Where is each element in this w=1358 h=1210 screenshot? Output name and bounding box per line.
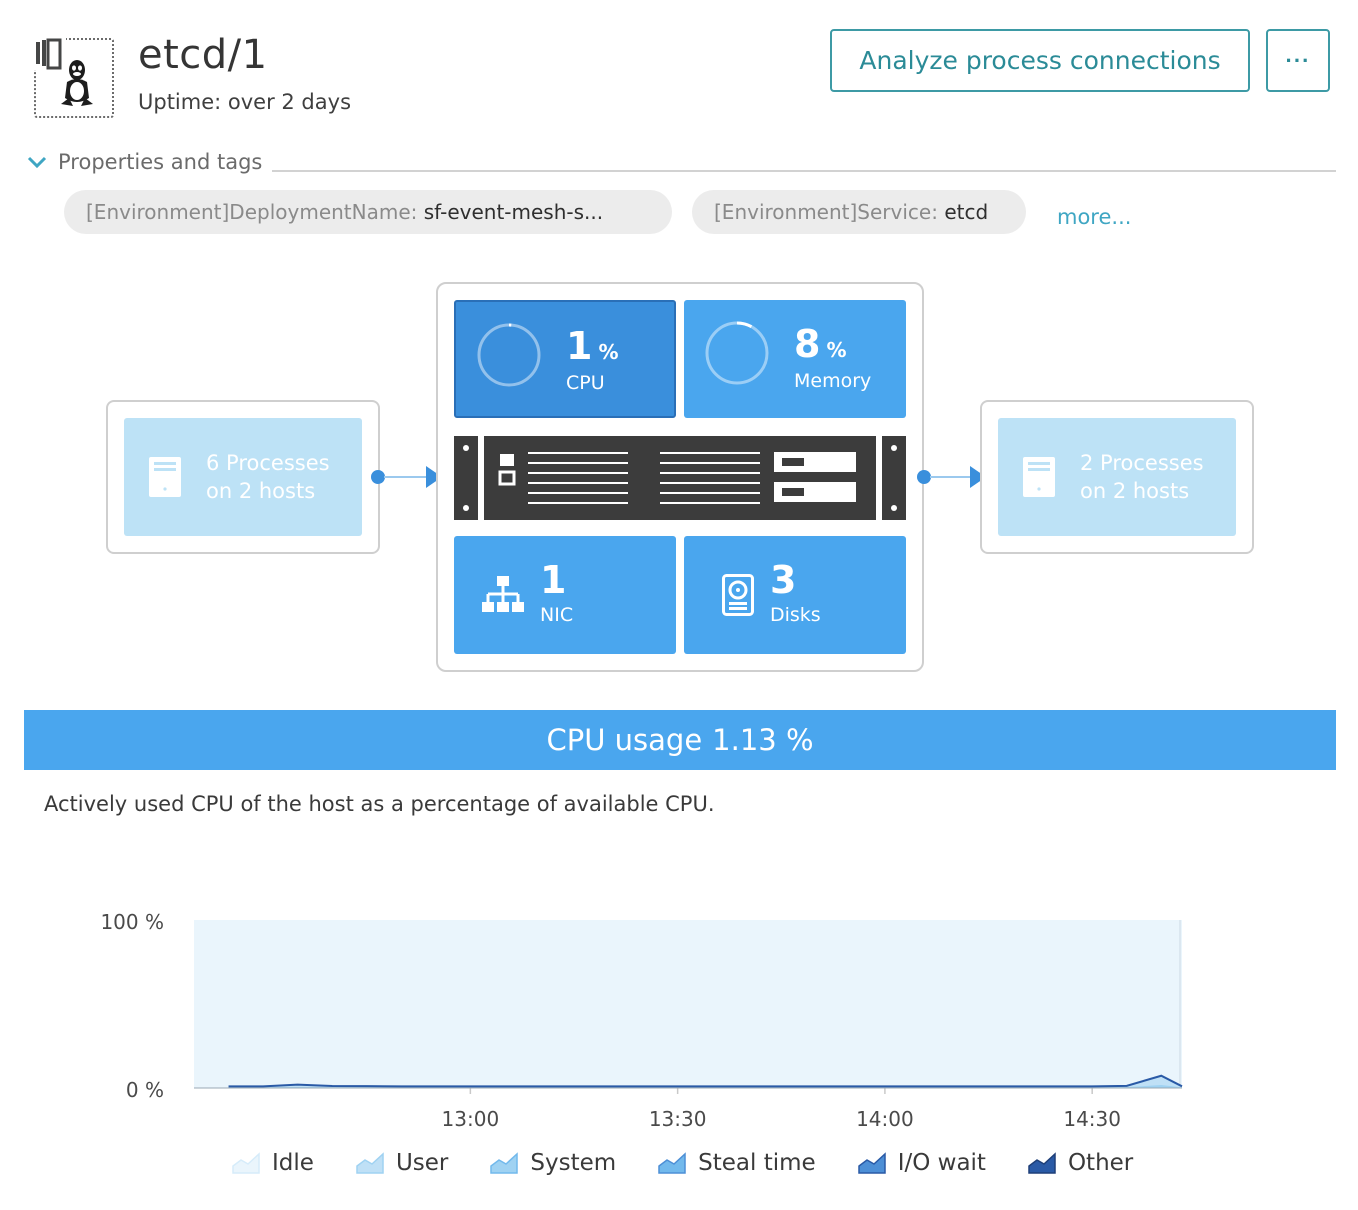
legend-item-steal-time[interactable]: Steal time bbox=[658, 1150, 816, 1176]
page-title: etcd/1 bbox=[138, 32, 268, 78]
nic-tile[interactable]: 1 NIC bbox=[454, 536, 676, 654]
legend-label: I/O wait bbox=[897, 1150, 986, 1176]
legend-label: Steal time bbox=[698, 1150, 816, 1176]
area-series-icon bbox=[232, 1152, 260, 1174]
cpu-gauge bbox=[477, 323, 541, 387]
area-series-icon bbox=[1028, 1152, 1056, 1174]
cpu-usage-banner: CPU usage 1.13 % bbox=[24, 710, 1336, 770]
disks-tile[interactable]: 3 Disks bbox=[684, 536, 906, 654]
outgoing-processes-hosts: on 2 hosts bbox=[1080, 479, 1190, 503]
tag-service[interactable]: [Environment]Service: etcd bbox=[692, 190, 1026, 234]
outgoing-processes-count: 2 Processes bbox=[1080, 451, 1204, 475]
incoming-processes-hosts: on 2 hosts bbox=[206, 479, 316, 503]
x-tick-label: 14:00 bbox=[856, 1107, 914, 1131]
tag-value: sf-event-mesh-s... bbox=[423, 200, 604, 224]
server-icon bbox=[149, 457, 181, 497]
server-icon bbox=[1023, 457, 1055, 497]
y-tick-label: 0 % bbox=[126, 1078, 164, 1102]
nic-count: 1 bbox=[540, 558, 567, 602]
chart-plot-area bbox=[194, 920, 1182, 1088]
more-tags-link[interactable]: more... bbox=[1057, 205, 1131, 229]
properties-divider bbox=[272, 170, 1336, 172]
tag-deployment-name[interactable]: [Environment]DeploymentName: sf-event-me… bbox=[64, 190, 672, 234]
incoming-processes-box: 6 Processes on 2 hosts bbox=[106, 400, 380, 554]
chart-legend: Idle User System Steal time I/O wait Other bbox=[232, 1150, 1175, 1176]
area-series-icon bbox=[490, 1152, 519, 1174]
cpu-label: CPU bbox=[566, 372, 605, 394]
linux-penguin-icon bbox=[61, 60, 93, 106]
legend-label: Other bbox=[1067, 1150, 1134, 1176]
memory-label: Memory bbox=[794, 370, 872, 392]
legend-item-other[interactable]: Other bbox=[1028, 1150, 1133, 1176]
banner-value: 1.13 % bbox=[712, 723, 814, 757]
memory-value: 8 bbox=[794, 322, 821, 366]
area-series-icon bbox=[857, 1152, 886, 1174]
process-icon bbox=[32, 38, 114, 118]
tag-key: [Environment]DeploymentName: bbox=[86, 200, 418, 224]
outgoing-processes-box: 2 Processes on 2 hosts bbox=[980, 400, 1254, 554]
legend-item-user[interactable]: User bbox=[356, 1150, 448, 1176]
memory-unit: % bbox=[826, 338, 847, 362]
uptime-text: Uptime: over 2 days bbox=[138, 90, 352, 114]
memory-gauge bbox=[705, 321, 769, 385]
cpu-gauge-track bbox=[477, 323, 541, 387]
area-series-icon bbox=[658, 1152, 686, 1174]
tag-value: etcd bbox=[944, 200, 989, 224]
metric-description: Actively used CPU of the host as a perce… bbox=[44, 792, 715, 816]
legend-item-system[interactable]: System bbox=[490, 1150, 616, 1176]
cpu-unit: % bbox=[598, 340, 619, 364]
x-tick-label: 13:00 bbox=[442, 1107, 500, 1131]
cpu-tile[interactable]: 1% CPU bbox=[454, 300, 676, 418]
outgoing-connector-arrow bbox=[917, 466, 986, 488]
properties-toggle[interactable]: Properties and tags bbox=[26, 150, 262, 174]
host-overview-box: 1% CPU 8% Memory 1 NIC 3 Disks bbox=[436, 282, 924, 672]
memory-tile[interactable]: 8% Memory bbox=[684, 300, 906, 418]
nic-label: NIC bbox=[540, 604, 574, 626]
cpu-value: 1 bbox=[566, 324, 593, 368]
incoming-connector-arrow bbox=[371, 466, 442, 488]
tag-key: [Environment]Service: bbox=[714, 200, 938, 224]
disks-label: Disks bbox=[770, 604, 821, 626]
incoming-processes-tile[interactable]: 6 Processes on 2 hosts bbox=[124, 418, 362, 536]
disk-icon bbox=[722, 574, 754, 616]
host-server-graphic bbox=[454, 436, 906, 520]
disks-count: 3 bbox=[770, 558, 797, 602]
memory-gauge-arc bbox=[736, 321, 753, 329]
network-icon bbox=[482, 576, 524, 612]
legend-item-idle[interactable]: Idle bbox=[232, 1150, 314, 1176]
legend-label: System bbox=[530, 1150, 617, 1176]
legend-label: Idle bbox=[272, 1150, 314, 1176]
cpu-usage-chart[interactable]: 100 % 0 % 13:00 13:30 14:00 14:30 bbox=[90, 900, 1200, 1140]
y-tick-label: 100 % bbox=[100, 910, 164, 934]
x-tick-label: 14:30 bbox=[1063, 1107, 1121, 1131]
legend-item-i-o-wait[interactable]: I/O wait bbox=[857, 1150, 986, 1176]
area-series-icon bbox=[356, 1152, 384, 1174]
outgoing-processes-tile[interactable]: 2 Processes on 2 hosts bbox=[998, 418, 1236, 536]
memory-gauge-track bbox=[705, 321, 769, 385]
more-actions-button[interactable]: ··· bbox=[1266, 29, 1330, 92]
chevron-down-icon bbox=[27, 156, 47, 169]
banner-title: CPU usage bbox=[546, 723, 703, 757]
legend-label: User bbox=[395, 1150, 449, 1176]
analyze-process-connections-button[interactable]: Analyze process connections bbox=[830, 29, 1250, 92]
x-tick-label: 13:30 bbox=[649, 1107, 707, 1131]
properties-label: Properties and tags bbox=[58, 150, 263, 174]
incoming-processes-count: 6 Processes bbox=[206, 451, 330, 475]
